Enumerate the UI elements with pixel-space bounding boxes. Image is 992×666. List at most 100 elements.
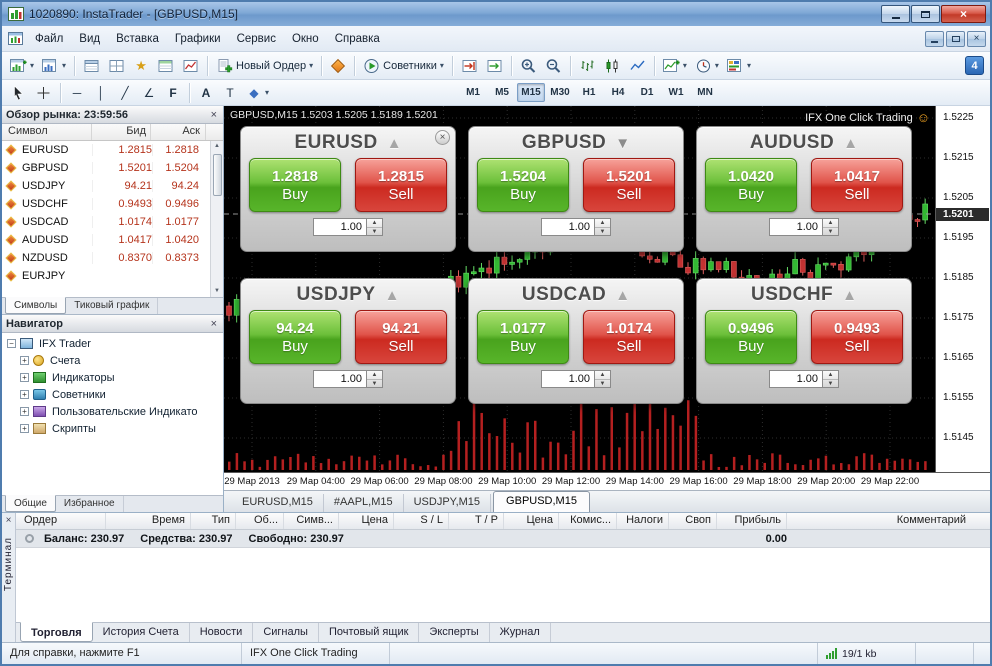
- terminal-close-icon[interactable]: ×: [6, 515, 12, 527]
- navigator-item[interactable]: + Счета: [2, 352, 223, 369]
- text-tool-button[interactable]: A: [194, 82, 218, 104]
- fibonacci-button[interactable]: F: [161, 82, 185, 104]
- sell-button[interactable]: 1.5201 Sell: [583, 158, 675, 212]
- sell-button[interactable]: 1.2815 Sell: [355, 158, 447, 212]
- terminal-column-header[interactable]: Время: [106, 513, 191, 529]
- navigator-tab[interactable]: Общие: [5, 495, 56, 512]
- zoom-out-button[interactable]: [541, 55, 566, 77]
- spin-down-icon[interactable]: ▼: [823, 228, 838, 236]
- ifx-icon-button[interactable]: [326, 56, 350, 76]
- buy-button[interactable]: 1.2818 Buy: [249, 158, 341, 212]
- shapes-button[interactable]: ◆▾: [242, 82, 273, 104]
- market-watch-row[interactable]: NZDUSD 0.8370 0.8373: [2, 249, 210, 267]
- channel-button[interactable]: ∠: [137, 82, 161, 104]
- terminal-column-header[interactable]: Комис...: [559, 513, 617, 529]
- mdi-minimize-button[interactable]: [925, 31, 944, 47]
- terminal-tab[interactable]: Журнал: [490, 623, 551, 642]
- time-axis[interactable]: 29 Мар 201329 Мар 04:0029 Мар 06:0029 Ма…: [224, 472, 990, 490]
- cursor-tool-button[interactable]: [6, 82, 31, 104]
- expand-icon[interactable]: +: [20, 373, 29, 382]
- terminal-column-header[interactable]: Цена: [339, 513, 394, 529]
- horizontal-line-button[interactable]: ─: [65, 82, 89, 104]
- indicators-button[interactable]: ▾: [659, 55, 691, 77]
- toolbar-overflow-button[interactable]: 4: [965, 56, 984, 75]
- market-watch-toggle[interactable]: [79, 55, 104, 77]
- market-watch-row[interactable]: EURJPY: [2, 267, 210, 285]
- minimize-button[interactable]: [881, 5, 910, 23]
- buy-button[interactable]: 1.0420 Buy: [705, 158, 797, 212]
- buy-button[interactable]: 0.9496 Buy: [705, 310, 797, 364]
- spin-up-icon[interactable]: ▲: [595, 371, 610, 380]
- close-button[interactable]: ×: [941, 5, 986, 23]
- terminal-tab[interactable]: Новости: [190, 623, 254, 642]
- lot-input[interactable]: [541, 218, 595, 236]
- vertical-line-button[interactable]: │: [89, 82, 113, 104]
- terminal-column-header[interactable]: Симв...: [284, 513, 339, 529]
- bar-chart-mode-button[interactable]: [575, 55, 600, 77]
- lot-input[interactable]: [313, 218, 367, 236]
- spin-down-icon[interactable]: ▼: [367, 380, 382, 388]
- price-axis[interactable]: 1.52251.52151.52051.51951.51851.51751.51…: [935, 106, 990, 472]
- terminal-toggle[interactable]: [153, 55, 178, 77]
- market-watch-row[interactable]: GBPUSD 1.5201 1.5204: [2, 159, 210, 177]
- navigator-item[interactable]: + Пользовательские Индикато: [2, 403, 223, 420]
- spin-up-icon[interactable]: ▲: [823, 219, 838, 228]
- scrollbar-thumb[interactable]: [213, 154, 222, 196]
- expand-icon[interactable]: +: [20, 390, 29, 399]
- lot-spinner[interactable]: ▲▼: [595, 218, 611, 236]
- buy-button[interactable]: 94.24 Buy: [249, 310, 341, 364]
- timeframe-button[interactable]: MN: [691, 83, 719, 102]
- templates-button[interactable]: ▾: [723, 55, 755, 77]
- profiles-button[interactable]: ▾: [38, 55, 70, 77]
- timeframe-button[interactable]: H1: [575, 83, 603, 102]
- mdi-child-icon[interactable]: [8, 32, 23, 45]
- periods-button[interactable]: ▾: [691, 55, 723, 77]
- sell-button[interactable]: 0.9493 Sell: [811, 310, 903, 364]
- scroll-up-icon[interactable]: ▲: [214, 141, 220, 152]
- mdi-restore-button[interactable]: [946, 31, 965, 47]
- navigator-item[interactable]: + Советники: [2, 386, 223, 403]
- navigator-close-icon[interactable]: ×: [209, 318, 219, 330]
- menu-item[interactable]: Справка: [327, 29, 388, 49]
- chart-tab[interactable]: #AAPL,M15: [324, 494, 404, 512]
- column-header[interactable]: Аск: [151, 124, 206, 140]
- chart-tab[interactable]: EURUSD,M15: [232, 494, 324, 512]
- market-watch-scrollbar[interactable]: ▲ ▼: [210, 141, 223, 297]
- menu-item[interactable]: Вид: [71, 29, 108, 49]
- trendline-button[interactable]: ╱: [113, 82, 137, 104]
- zoom-in-button[interactable]: [516, 55, 541, 77]
- terminal-column-header[interactable]: T / P: [449, 513, 504, 529]
- expand-icon[interactable]: +: [20, 407, 29, 416]
- spin-up-icon[interactable]: ▲: [367, 371, 382, 380]
- spin-up-icon[interactable]: ▲: [367, 219, 382, 228]
- lot-spinner[interactable]: ▲▼: [823, 370, 839, 388]
- terminal-tab[interactable]: Торговля: [20, 622, 93, 642]
- terminal-tab[interactable]: История Счета: [93, 623, 190, 642]
- autoscroll-button[interactable]: [482, 55, 507, 77]
- chart-shift-button[interactable]: [457, 55, 482, 77]
- market-watch-tab[interactable]: Тиковый график: [66, 298, 158, 314]
- maximize-button[interactable]: [911, 5, 940, 23]
- chart-tab[interactable]: GBPUSD,M15: [493, 491, 590, 512]
- lot-spinner[interactable]: ▲▼: [367, 218, 383, 236]
- text-label-button[interactable]: T: [218, 82, 242, 104]
- menu-item[interactable]: Окно: [284, 29, 327, 49]
- terminal-column-header[interactable]: Налоги: [617, 513, 669, 529]
- buy-button[interactable]: 1.0177 Buy: [477, 310, 569, 364]
- terminal-column-header[interactable]: Своп: [669, 513, 717, 529]
- expand-icon[interactable]: +: [20, 424, 29, 433]
- panel-close-button[interactable]: ×: [435, 130, 450, 145]
- navigator-item[interactable]: + Индикаторы: [2, 369, 223, 386]
- sell-button[interactable]: 1.0417 Sell: [811, 158, 903, 212]
- expert-advisors-button[interactable]: Советники ▾: [359, 55, 448, 77]
- navigator-root[interactable]: − IFX Trader: [2, 335, 223, 352]
- terminal-column-header[interactable]: Цена: [504, 513, 559, 529]
- collapse-icon[interactable]: −: [7, 339, 16, 348]
- timeframe-button[interactable]: H4: [604, 83, 632, 102]
- spin-up-icon[interactable]: ▲: [595, 219, 610, 228]
- market-watch-tab[interactable]: Символы: [5, 297, 66, 314]
- spin-down-icon[interactable]: ▼: [823, 380, 838, 388]
- buy-button[interactable]: 1.5204 Buy: [477, 158, 569, 212]
- crosshair-tool-button[interactable]: [31, 82, 56, 104]
- terminal-column-header[interactable]: Тип: [191, 513, 236, 529]
